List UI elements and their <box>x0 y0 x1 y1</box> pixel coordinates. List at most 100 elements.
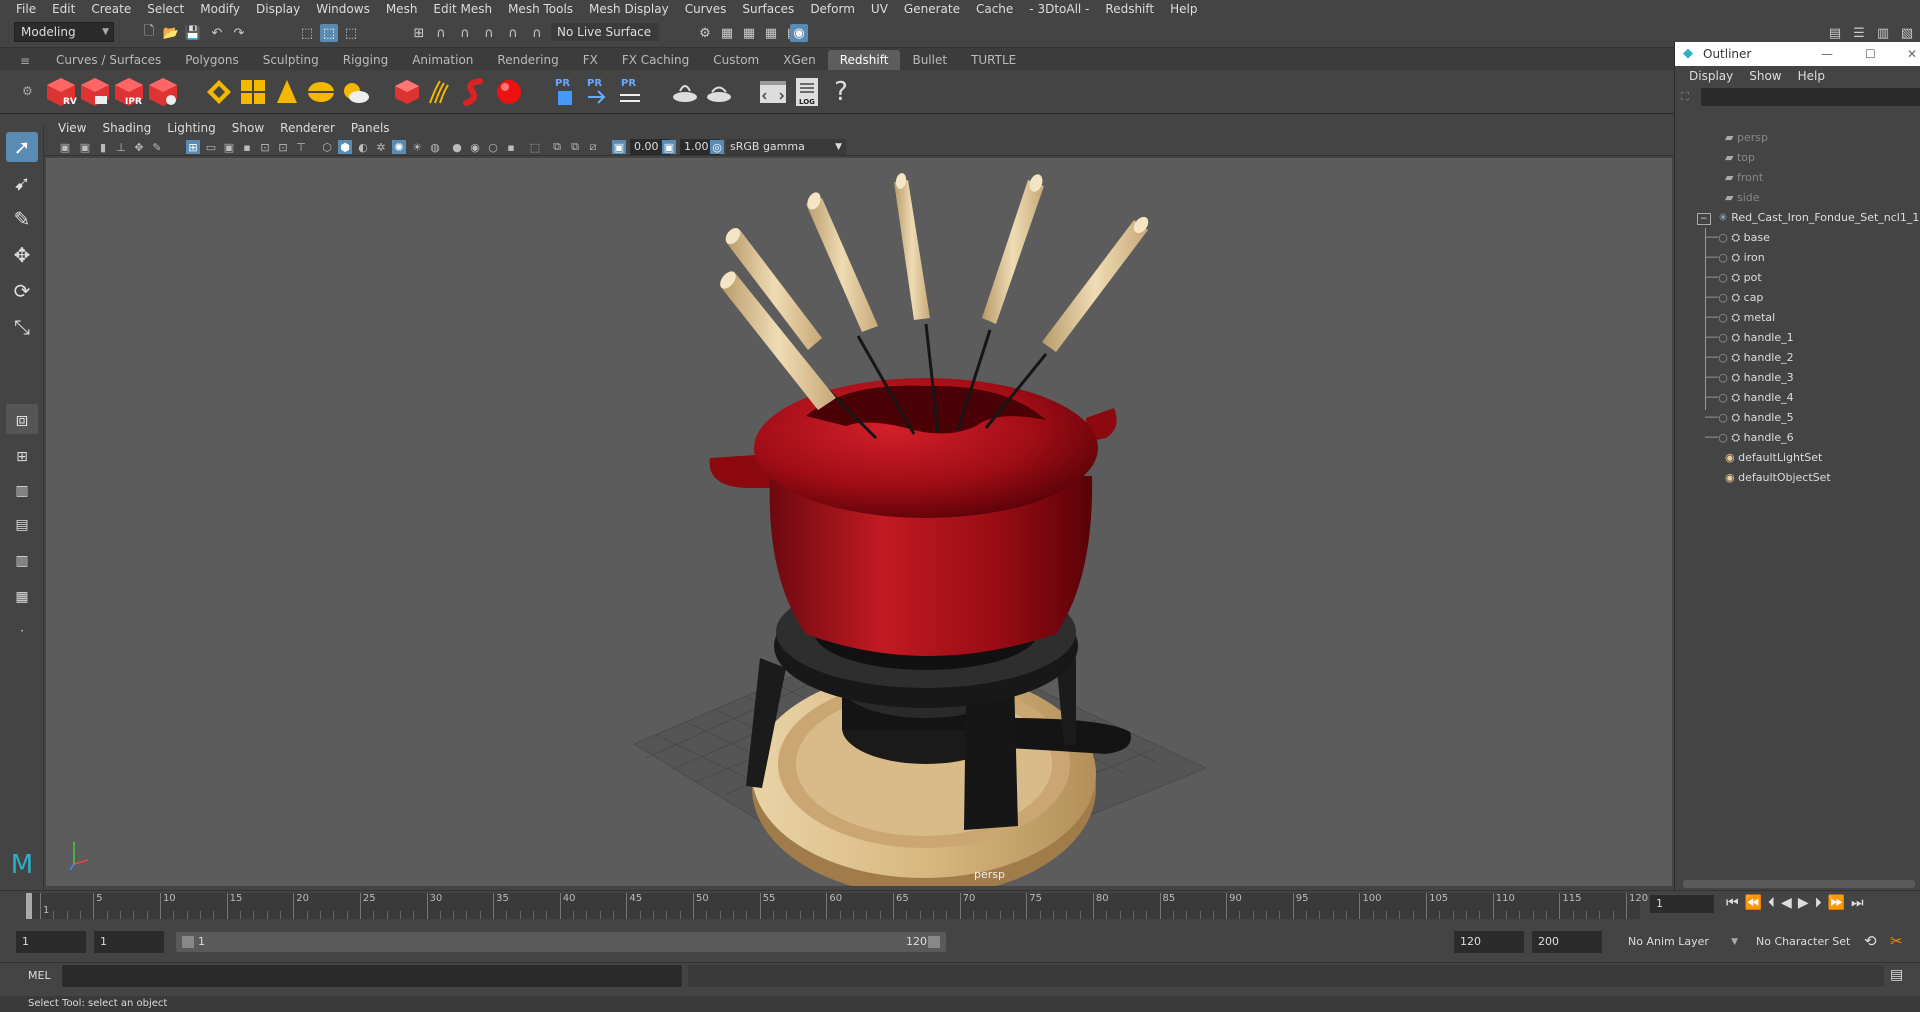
select-tool-icon[interactable]: ➚ <box>6 132 38 162</box>
snap-point-icon[interactable]: ∩ <box>456 24 474 42</box>
go-to-end-icon[interactable]: ⏭ <box>1851 895 1870 911</box>
timeline-track[interactable]: 1 5 10 15 20 25 30 35 40 45 50 55 60 65 70 75 80 85 90 95 10… <box>26 893 1648 919</box>
shelf-tab-fx[interactable]: FX <box>571 50 610 70</box>
auto-key-icon[interactable]: ⟲ <box>1864 932 1877 950</box>
play-forward-icon[interactable]: ▶ <box>1798 895 1815 911</box>
outliner-item-persp[interactable]: ▰ persp <box>1725 128 1768 148</box>
channel-box-icon[interactable]: ▧ <box>1898 24 1916 42</box>
camera-attributes-icon[interactable]: ▣ <box>78 140 92 154</box>
render-view-icon[interactable]: ▦ <box>718 24 736 42</box>
persp-graph-layout-icon[interactable]: ▤ <box>6 510 38 540</box>
outliner-item-handle-1[interactable]: ──○ ⛭ handle_1 <box>1705 328 1794 348</box>
attribute-editor-icon[interactable]: ☰ <box>1850 24 1868 42</box>
range-slider[interactable]: 1 120 <box>176 932 946 952</box>
shelf-tab-fx-caching[interactable]: FX Caching <box>610 50 701 70</box>
range-end-handle[interactable] <box>928 936 940 948</box>
select-by-object-icon[interactable]: ⬚ <box>320 24 338 42</box>
scale-tool-icon[interactable]: ⤡ <box>6 312 38 342</box>
grease-pencil-icon[interactable]: ✎ <box>150 140 164 154</box>
redshift-dome-light-icon[interactable] <box>236 75 270 109</box>
redshift-material-icon[interactable] <box>492 75 526 109</box>
gamma-icon[interactable]: ▣ <box>662 140 676 154</box>
shadows-icon[interactable]: ☀ <box>410 140 424 154</box>
backface-culling-icon[interactable]: ⧄ <box>586 140 600 154</box>
rotate-tool-icon[interactable]: ⟳ <box>6 276 38 306</box>
menu-create[interactable]: Create <box>83 2 139 16</box>
menu-cache[interactable]: Cache <box>968 2 1021 16</box>
shelf-menu-icon[interactable]: ≡ <box>20 54 30 68</box>
redshift-volume-icon[interactable] <box>390 75 424 109</box>
live-surface-field[interactable]: No Live Surface <box>550 22 660 42</box>
current-frame-field[interactable]: 1 <box>1650 895 1714 913</box>
shelf-tab-rendering[interactable]: Rendering <box>485 50 570 70</box>
make-live-icon[interactable]: ∩ <box>528 24 546 42</box>
menu-help[interactable]: Help <box>1162 2 1205 16</box>
two-d-pan-zoom-icon[interactable]: ✥ <box>132 140 146 154</box>
film-gate-icon[interactable]: ▭ <box>204 140 218 154</box>
colorspace-dropdown[interactable]: sRGB gamma ▼ <box>726 139 846 155</box>
shelf-tab-redshift[interactable]: Redshift <box>827 50 901 70</box>
close-icon[interactable]: ✕ <box>1907 42 1917 66</box>
shelf-tab-custom[interactable]: Custom <box>701 50 771 70</box>
animation-end-field[interactable]: 200 <box>1532 931 1602 953</box>
paint-select-tool-icon[interactable]: ✎ <box>6 204 38 234</box>
range-start-handle[interactable] <box>182 936 194 948</box>
render-toggle-icon[interactable]: ◉ <box>790 24 808 42</box>
xray-icon[interactable]: ▪ <box>504 140 518 154</box>
redshift-ies-light-icon[interactable] <box>270 75 304 109</box>
outliner-item-iron[interactable]: ──○ ⛭ iron <box>1705 248 1765 268</box>
menu-redshift[interactable]: Redshift <box>1097 2 1162 16</box>
safe-title-icon[interactable]: ⊤ <box>294 140 308 154</box>
redshift-log-icon[interactable]: LOG <box>790 75 824 109</box>
wireframe-icon[interactable]: ⬡ <box>320 140 334 154</box>
single-perspective-layout-icon[interactable]: ⧈ <box>6 404 38 434</box>
menu-display[interactable]: Display <box>248 2 308 16</box>
outliner-search-input[interactable] <box>1701 88 1920 106</box>
move-tool-icon[interactable]: ✥ <box>6 240 38 270</box>
outliner-menu-display[interactable]: Display <box>1681 69 1741 83</box>
snap-live-icon[interactable]: ∩ <box>504 24 522 42</box>
shelf-options-icon[interactable]: ⚙ <box>22 84 33 98</box>
redshift-portal-light-icon[interactable] <box>304 75 338 109</box>
shelf-tab-sculpting[interactable]: Sculpting <box>251 50 331 70</box>
shelf-tab-rigging[interactable]: Rigging <box>331 50 400 70</box>
step-forward-key-icon[interactable]: ⏩ <box>1828 895 1851 911</box>
maximize-icon[interactable]: ☐ <box>1865 42 1876 66</box>
persp-outliner-layout-icon[interactable]: ▥ <box>6 476 38 506</box>
undo-icon[interactable]: ↶ <box>208 24 226 42</box>
modeling-toolkit-icon[interactable]: ▤ <box>1826 24 1844 42</box>
outliner-item-handle-3[interactable]: ──○ ⛭ handle_3 <box>1705 368 1794 388</box>
viewport-menu-shading[interactable]: Shading <box>94 121 159 135</box>
shelf-tab-bullet[interactable]: Bullet <box>900 50 959 70</box>
outliner-item-root[interactable]: − ✳ Red_Cast_Iron_Fondue_Set_ncl1_1 <box>1697 208 1919 228</box>
isolate-select-icon[interactable]: ⬚ <box>528 140 542 154</box>
outliner-item-pot[interactable]: ──○ ⛭ pot <box>1705 268 1762 288</box>
depth-of-field-icon[interactable]: ○ <box>486 140 500 154</box>
use-all-lights-icon[interactable]: ✺ <box>392 140 406 154</box>
outliner-item-handle-4[interactable]: ──○ ⛭ handle_4 <box>1705 388 1794 408</box>
hypershade-layout-icon[interactable]: ▥ <box>6 546 38 576</box>
textured-icon[interactable]: ✲ <box>374 140 388 154</box>
outliner-item-base[interactable]: ──○ ⛭ base <box>1705 228 1770 248</box>
four-view-layout-icon[interactable]: ⊞ <box>6 442 38 472</box>
ambient-occlusion-icon[interactable]: ◍ <box>428 140 442 154</box>
xray-joints-icon[interactable]: ⧉ <box>550 140 564 154</box>
menu-modify[interactable]: Modify <box>192 2 248 16</box>
redshift-sprite-icon[interactable] <box>458 75 492 109</box>
character-set-dropdown[interactable]: No Character Set <box>1750 931 1862 953</box>
menu-surfaces[interactable]: Surfaces <box>734 2 802 16</box>
step-back-key-icon[interactable]: ⏪ <box>1745 895 1768 911</box>
select-by-component-icon[interactable]: ⬚ <box>342 24 360 42</box>
outliner-item-handle-5[interactable]: ──○ ⛭ handle_5 <box>1705 408 1794 428</box>
menu-windows[interactable]: Windows <box>308 2 378 16</box>
snap-view-plane-icon[interactable]: ∩ <box>480 24 498 42</box>
menu-select[interactable]: Select <box>139 2 192 16</box>
playback-start-field[interactable]: 1 <box>94 931 164 953</box>
snap-grid-icon[interactable]: ⊞ <box>410 24 428 42</box>
select-by-hierarchy-icon[interactable]: ⬚ <box>298 24 316 42</box>
filter-icon[interactable]: ⛶ <box>1681 90 1689 104</box>
outliner-menu-show[interactable]: Show <box>1741 69 1789 83</box>
menu-uv[interactable]: UV <box>863 2 896 16</box>
animation-start-field[interactable]: 1 <box>16 931 86 953</box>
exposure-icon[interactable]: ▣ <box>612 140 626 154</box>
